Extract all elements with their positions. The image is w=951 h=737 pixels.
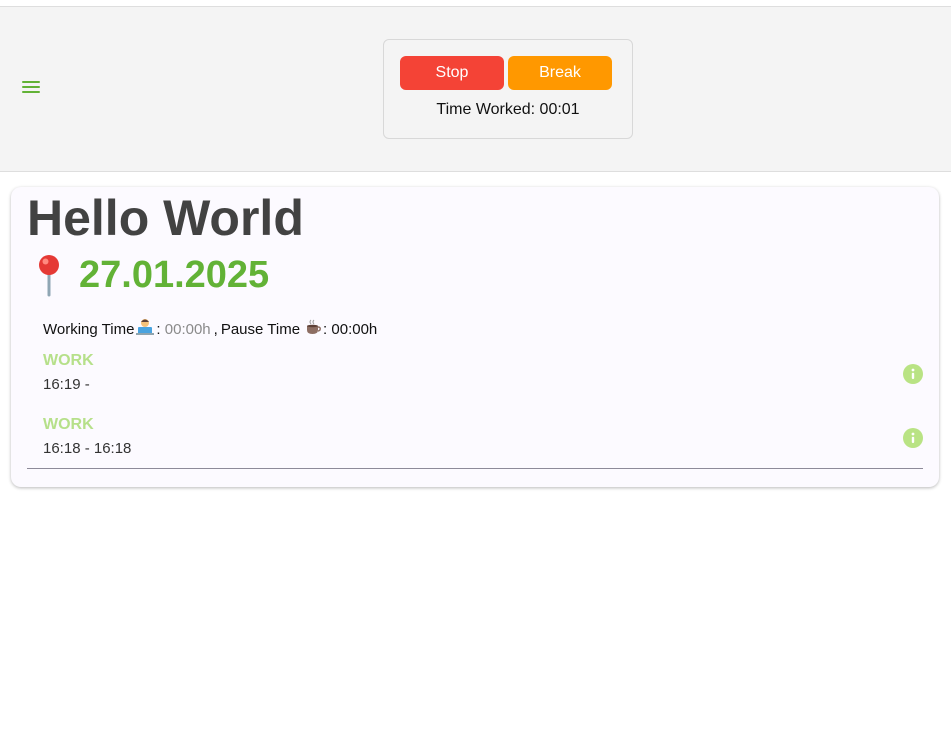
pause-time-value: 00:00h (331, 320, 378, 338)
date-row: 27.01.2025 (29, 253, 269, 297)
technologist-emoji-icon (135, 318, 155, 340)
list-item[interactable]: WORK 16:18 - 16:18 (43, 416, 923, 466)
entry-time-range: 16:18 - 16:18 (43, 440, 132, 457)
stop-button[interactable]: Stop (400, 56, 504, 90)
page-title: Hello World (27, 190, 304, 246)
time-summary: Working Time : 00:00h , Pause Time : 00:… (43, 318, 377, 340)
entry-time-range: 16:19 - (43, 376, 90, 393)
entry-type: WORK (43, 416, 94, 433)
working-time-label: Working Time (43, 320, 135, 338)
pause-time-label: Pause Time (220, 320, 301, 338)
day-card: Hello World 27.01.2025 Working Time : 00… (11, 187, 939, 487)
summary-separator: , (213, 320, 218, 338)
entry-type: WORK (43, 352, 94, 369)
card-divider (27, 468, 923, 469)
date-heading: 27.01.2025 (79, 253, 270, 296)
info-icon[interactable] (903, 428, 923, 448)
location-pin-icon (29, 253, 69, 297)
info-icon[interactable] (903, 364, 923, 384)
time-worked-label: Time Worked: 00:01 (436, 101, 580, 118)
timer-panel: Stop Break Time Worked: 00:01 (383, 39, 633, 139)
working-time-value: 00:00h (164, 320, 211, 338)
break-button[interactable]: Break (508, 56, 612, 90)
top-app-bar: Stop Break Time Worked: 00:01 (0, 6, 951, 172)
list-item[interactable]: WORK 16:19 - (43, 352, 923, 402)
hamburger-menu-icon[interactable] (20, 78, 42, 96)
hot-beverage-emoji-icon (304, 319, 322, 339)
